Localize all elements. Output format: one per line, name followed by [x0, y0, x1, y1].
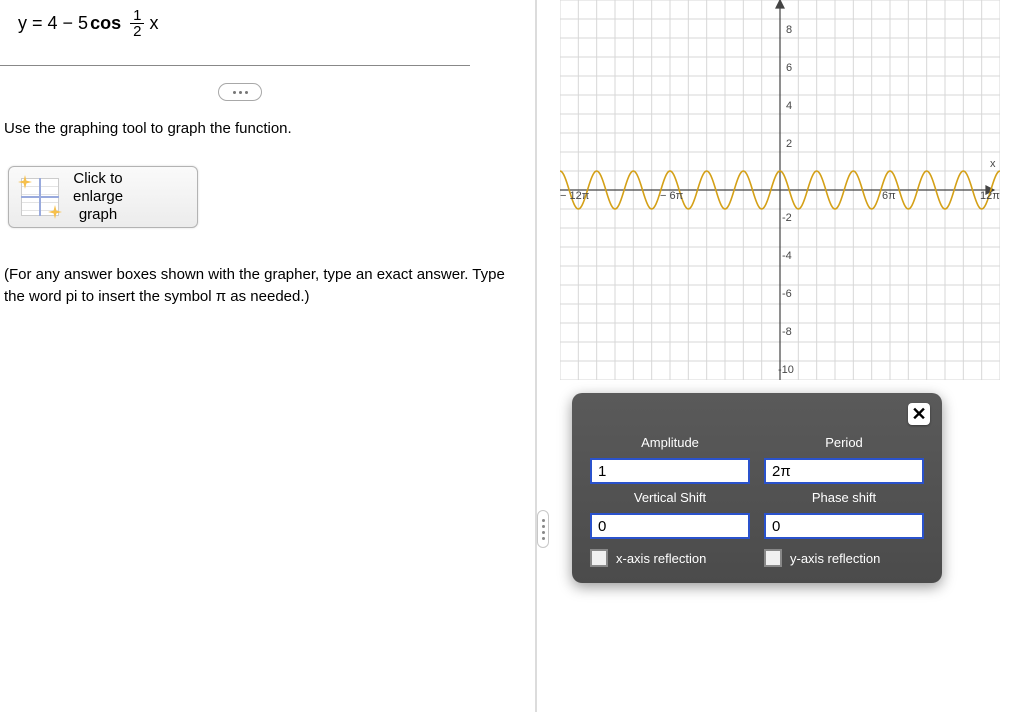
graph-thumbnail-icon: [21, 178, 59, 216]
pane-resize-handle[interactable]: [537, 510, 549, 548]
tick-yn4: -4: [782, 250, 792, 262]
amplitude-input[interactable]: [590, 458, 750, 484]
y-reflection-label: y-axis reflection: [790, 551, 880, 566]
tick-neg6pi: − 6π: [660, 190, 683, 202]
tick-y6: 6: [786, 62, 792, 74]
y-reflection-checkbox[interactable]: [764, 549, 782, 567]
eq-fraction: 1 2: [130, 8, 144, 39]
vshift-input[interactable]: [590, 513, 750, 539]
eq-suffix: x: [149, 13, 158, 34]
period-label: Period: [764, 435, 924, 452]
close-icon[interactable]: ✕: [908, 403, 930, 425]
tick-neg12pi: − 12π: [560, 190, 589, 202]
amplitude-label: Amplitude: [590, 435, 750, 452]
frac-denominator: 2: [130, 24, 144, 39]
tick-y8: 8: [786, 24, 792, 36]
enlarge-graph-button[interactable]: Click to enlarge graph: [8, 166, 198, 228]
tick-y2: 2: [786, 138, 792, 150]
graph-area[interactable]: x − 12π − 6π 6π 12π 8 6 4 2 -2 -4 -6 -8 …: [560, 0, 1000, 380]
tick-yn2: -2: [782, 212, 792, 224]
graph-svg: [560, 0, 1000, 380]
answer-hint: (For any answer boxes shown with the gra…: [0, 258, 530, 314]
more-options-button[interactable]: [218, 83, 262, 101]
vshift-label: Vertical Shift: [590, 490, 750, 507]
divider: [0, 65, 470, 66]
phshift-input[interactable]: [764, 513, 924, 539]
eq-prefix: y = 4 − 5: [18, 13, 88, 34]
eq-func: cos: [90, 13, 121, 34]
equation: y = 4 − 5 cos 1 2 x: [0, 0, 530, 45]
tick-yn10: -10: [778, 364, 794, 376]
axis-x-label: x: [990, 158, 996, 170]
x-reflection-label: x-axis reflection: [616, 551, 706, 566]
instruction-text: Use the graphing tool to graph the funct…: [0, 112, 530, 146]
tick-12pi: 12π: [980, 190, 1000, 202]
x-reflection-checkbox[interactable]: [590, 549, 608, 567]
phshift-label: Phase shift: [764, 490, 924, 507]
enlarge-button-label: Click to enlarge graph: [73, 170, 123, 224]
tick-yn8: -8: [782, 326, 792, 338]
tick-y4: 4: [786, 100, 792, 112]
tick-yn6: -6: [782, 288, 792, 300]
frac-numerator: 1: [130, 8, 144, 24]
graph-properties-panel: ✕ Amplitude Period Vertical Shift Phase …: [572, 393, 942, 583]
tick-6pi: 6π: [882, 190, 896, 202]
period-input[interactable]: [764, 458, 924, 484]
